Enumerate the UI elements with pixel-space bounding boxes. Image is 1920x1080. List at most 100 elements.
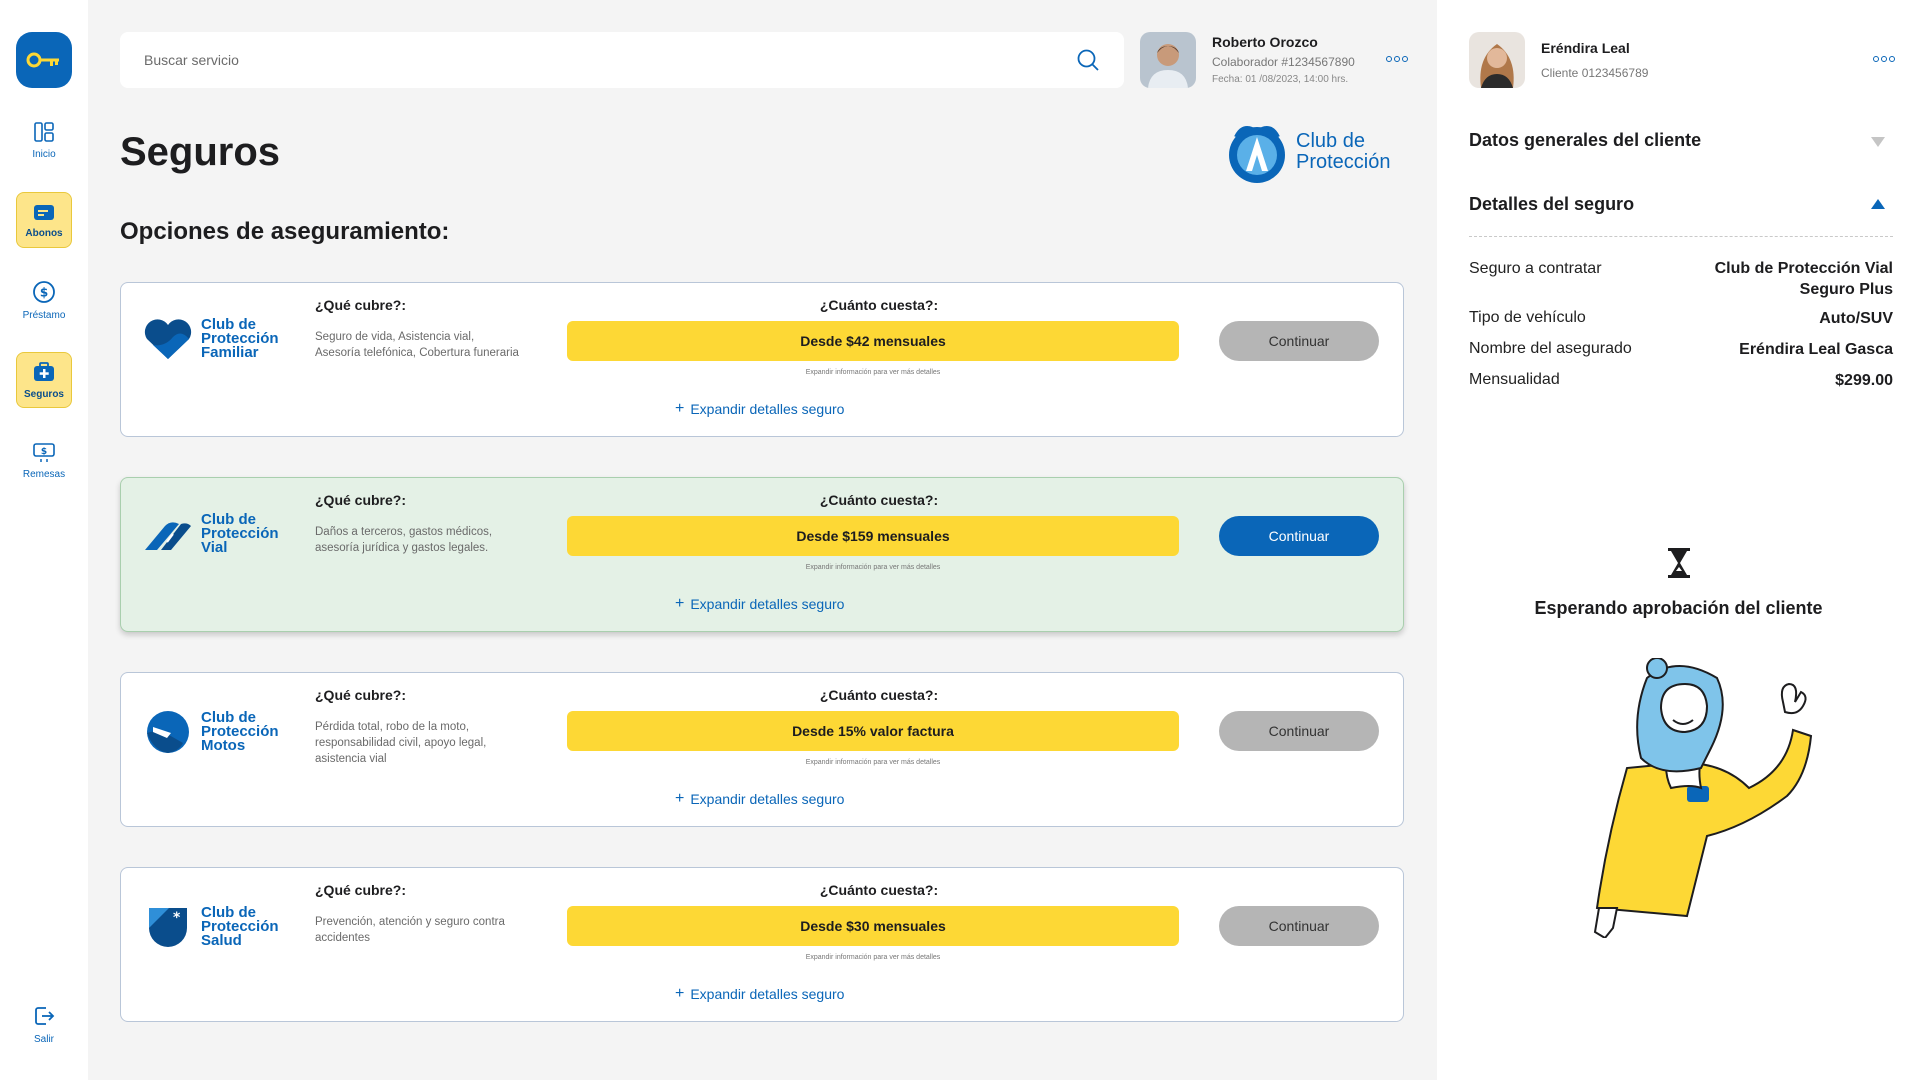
- product-name-line: Salud: [201, 932, 242, 949]
- covers-text: Daños a terceros, gastos médicos, asesor…: [315, 526, 493, 554]
- covers-text: Seguro de vida, Asistencia vial, Asesorí…: [315, 331, 519, 359]
- expand-details-link[interactable]: + Expandir detalles seguro: [675, 400, 844, 418]
- user-date: Fecha: 01 /08/2023, 14:00 hrs.: [1212, 74, 1349, 85]
- product-logo: Club de Protección Familiar: [143, 317, 289, 361]
- detail-label: Tipo de vehículo: [1469, 309, 1586, 326]
- product-logo: Club de Protección Motos: [143, 707, 289, 757]
- sidebar-item-abonos[interactable]: Abonos: [16, 192, 72, 248]
- continue-button[interactable]: Continuar: [1219, 516, 1379, 556]
- expand-label: Expandir detalles seguro: [690, 596, 845, 612]
- price-hint: Expandir información para ver más detall…: [805, 759, 941, 766]
- detail-value: Auto/SUV: [1819, 310, 1893, 327]
- sidebar: Inicio Abonos $ Préstamo Seguros $ Remes…: [0, 0, 88, 1080]
- accordion-general-data[interactable]: Datos generales del cliente: [1469, 130, 1701, 151]
- product-name-line: Vial: [201, 539, 228, 556]
- detail-value-line: Seguro Plus: [1799, 281, 1893, 298]
- heart-icon: [144, 319, 192, 359]
- expand-label: Expandir detalles seguro: [690, 986, 845, 1002]
- hourglass-icon: [1668, 548, 1690, 578]
- cost-label: ¿Cuánto cuesta?:: [819, 297, 939, 313]
- search-icon[interactable]: [1076, 48, 1100, 72]
- product-logo: Club de Protección Vial: [143, 512, 289, 556]
- expand-details-link[interactable]: + Expandir detalles seguro: [675, 790, 845, 808]
- protection-hand-icon: [1229, 126, 1285, 183]
- divider: [1469, 236, 1893, 237]
- price-badge: Desde $159 mensuales: [567, 516, 1179, 556]
- sidebar-item-remesas[interactable]: $ Remesas: [16, 432, 72, 488]
- client-more-options-icon[interactable]: [1873, 56, 1895, 62]
- user-collaborator-id: Colaborador #1234567890: [1212, 55, 1355, 69]
- logout-icon: [35, 1006, 55, 1025]
- search-bar: [120, 32, 1124, 88]
- cost-label: ¿Cuánto cuesta?:: [819, 492, 939, 508]
- client-id: Cliente 0123456789: [1541, 66, 1649, 80]
- plus-icon: +: [675, 400, 685, 417]
- client-panel: Eréndira Leal Cliente 0123456789 Datos g…: [1437, 0, 1920, 1080]
- insurance-card-salud: * Club de Protección Salud ¿Qué cubre?: …: [120, 867, 1404, 1022]
- avatar: [1140, 32, 1196, 88]
- cost-label: ¿Cuánto cuesta?:: [819, 882, 939, 898]
- detail-label: Mensualidad: [1469, 371, 1560, 388]
- money-transfer-icon: $: [33, 442, 55, 462]
- plus-icon: +: [675, 790, 685, 807]
- price-badge: Desde $30 mensuales: [567, 906, 1179, 946]
- waiting-message: Esperando aprobación del cliente: [1534, 598, 1823, 618]
- user-profile: Roberto Orozco Colaborador #1234567890 F…: [1140, 32, 1410, 88]
- detail-label: Nombre del asegurado: [1469, 340, 1632, 357]
- continue-button[interactable]: Continuar: [1219, 906, 1379, 946]
- medical-shield-icon: *: [149, 908, 187, 947]
- main-content: Roberto Orozco Colaborador #1234567890 F…: [88, 0, 1437, 1080]
- covers-text: Pérdida total, robo de la moto, responsa…: [315, 721, 487, 765]
- product-logo: * Club de Protección Salud: [143, 902, 289, 952]
- brand-line-2: Protección: [1296, 151, 1391, 173]
- chevron-down-icon[interactable]: [1871, 137, 1885, 147]
- sidebar-item-label: Remesas: [22, 468, 66, 480]
- page-title: Seguros: [120, 130, 281, 174]
- waiting-illustration: [1593, 658, 1813, 938]
- helmet-icon: [147, 711, 189, 753]
- covers-label: ¿Qué cubre?:: [315, 297, 407, 313]
- logout-button[interactable]: Salir: [16, 996, 72, 1052]
- detail-value: Club de Protección Vial Seguro Plus: [1715, 258, 1893, 300]
- detail-label: Seguro a contratar: [1469, 260, 1602, 277]
- product-name-line: Familiar: [201, 344, 259, 361]
- svg-text:*: *: [173, 910, 181, 926]
- covers-label: ¿Qué cubre?:: [315, 882, 407, 898]
- cost-label: ¿Cuánto cuesta?:: [819, 687, 939, 703]
- price-badge: Desde $42 mensuales: [567, 321, 1179, 361]
- user-name: Roberto Orozco: [1212, 34, 1318, 50]
- sidebar-item-inicio[interactable]: Inicio: [16, 112, 72, 168]
- detail-value-line: Club de Protección Vial: [1714, 260, 1893, 277]
- plus-icon: +: [675, 595, 685, 612]
- sidebar-item-seguros[interactable]: Seguros: [16, 352, 72, 408]
- club-proteccion-logo: Club de Protección: [1224, 118, 1404, 186]
- accordion-insurance-details[interactable]: Detalles del seguro: [1469, 194, 1634, 215]
- client-name: Eréndira Leal: [1541, 40, 1630, 56]
- product-name-line: Motos: [201, 737, 246, 754]
- continue-button[interactable]: Continuar: [1219, 711, 1379, 751]
- expand-label: Expandir detalles seguro: [690, 791, 845, 807]
- detail-value: $299.00: [1835, 372, 1893, 389]
- detail-value: Eréndira Leal Gasca: [1739, 341, 1893, 358]
- dashboard-icon: [34, 121, 54, 142]
- sidebar-item-label: Seguros: [23, 388, 64, 400]
- app-logo[interactable]: [16, 32, 72, 88]
- price-hint: Expandir información para ver más detall…: [805, 564, 941, 571]
- client-avatar: [1469, 32, 1525, 88]
- covers-label: ¿Qué cubre?:: [315, 492, 407, 508]
- key-icon: [26, 52, 59, 68]
- covers-label: ¿Qué cubre?:: [315, 687, 407, 703]
- expand-details-link[interactable]: + Expandir detalles seguro: [675, 986, 845, 1003]
- expand-details-link[interactable]: + Expandir detalles seguro: [675, 595, 845, 613]
- search-input[interactable]: [144, 52, 1076, 68]
- more-options-icon[interactable]: [1386, 56, 1408, 62]
- sidebar-item-label: Abonos: [25, 227, 63, 239]
- price-badge: Desde 15% valor factura: [567, 711, 1179, 751]
- insurance-card-familiar: Club de Protección Familiar ¿Qué cubre?:…: [120, 282, 1404, 437]
- section-title: Opciones de aseguramiento:: [120, 218, 450, 245]
- sidebar-item-prestamo[interactable]: $ Préstamo: [16, 272, 72, 328]
- insurance-card-motos: Club de Protección Motos ¿Qué cubre?: Pé…: [120, 672, 1404, 827]
- chevron-up-icon[interactable]: [1871, 199, 1885, 209]
- brand-line-1: Club de: [1296, 130, 1365, 152]
- continue-button[interactable]: Continuar: [1219, 321, 1379, 361]
